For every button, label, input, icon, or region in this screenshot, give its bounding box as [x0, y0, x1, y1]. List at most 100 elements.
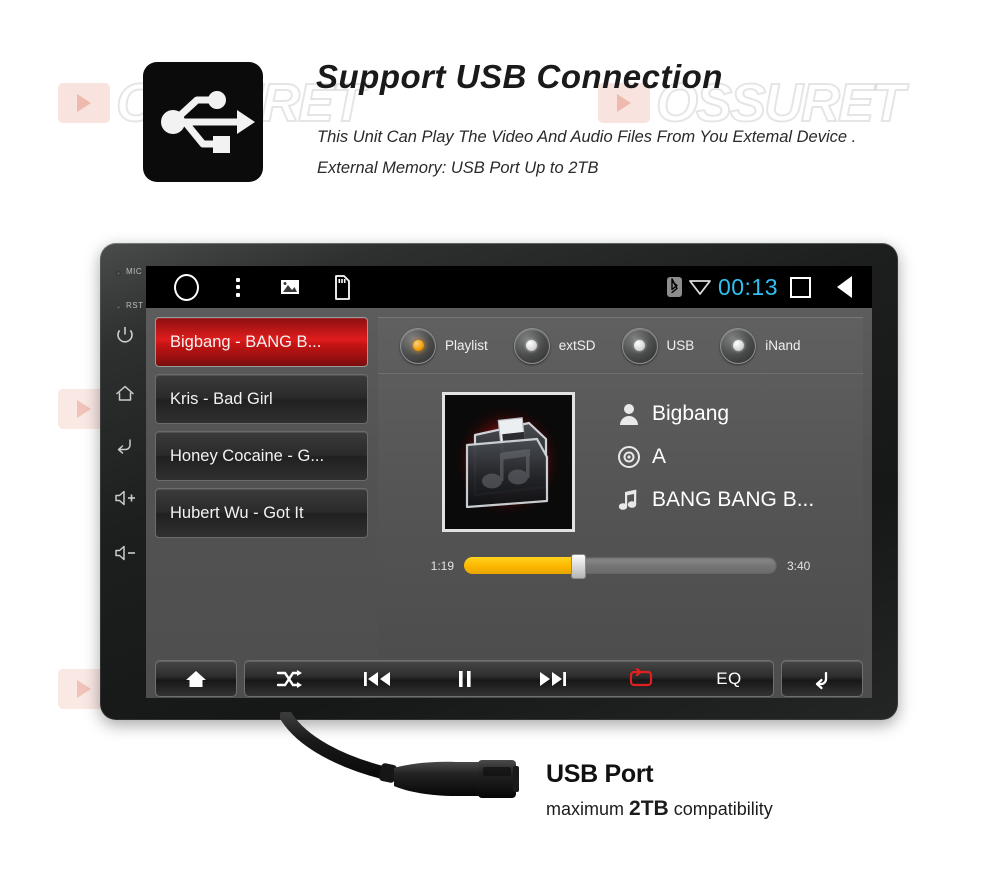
playlist-item-label: Honey Cocaine - G...: [170, 446, 325, 465]
status-bar-clock: 00:13: [717, 273, 778, 300]
progress-fill: [464, 557, 577, 574]
home-button[interactable]: [155, 660, 237, 697]
back-icon: [815, 671, 828, 689]
source-option-inand[interactable]: iNand: [720, 327, 801, 364]
source-selector: Playlist extSD USB iNand: [378, 318, 863, 374]
overflow-menu-icon[interactable]: [212, 266, 264, 308]
source-label: extSD: [558, 338, 596, 353]
next-button[interactable]: [523, 661, 583, 696]
status-bar-right-icons: 00:13: [666, 273, 872, 301]
source-option-extsd[interactable]: extSD: [513, 327, 596, 364]
back-arrow-icon[interactable]: [114, 436, 136, 461]
car-stereo-device: MIC RST 00:13 Bigbang - BANG B... Kris -…: [100, 243, 898, 720]
metadata-title: BANG BANG B...: [652, 487, 815, 511]
now-playing: Bigbang A BANG BANG B... 1:19 3:40: [378, 374, 863, 586]
page-title: Support USB Connection: [316, 58, 723, 95]
usb-icon-badge: [143, 62, 263, 182]
home-icon[interactable]: [114, 383, 136, 408]
pause-button[interactable]: [435, 661, 495, 696]
radio-knob-icon: [400, 327, 436, 364]
playlist-item-1[interactable]: Kris - Bad Girl: [155, 374, 368, 424]
next-icon: [540, 671, 566, 686]
transport-bar: EQ: [155, 660, 863, 697]
recents-square-icon[interactable]: [790, 276, 811, 298]
caption-sub-post: compatibility: [668, 799, 773, 819]
source-option-playlist[interactable]: Playlist: [400, 327, 488, 364]
transport-controls: EQ: [244, 660, 774, 697]
home-circle-shape: [173, 273, 199, 301]
reset-label: RST: [126, 301, 144, 310]
playlist-item-label: Kris - Bad Girl: [170, 389, 273, 408]
gallery-icon[interactable]: [264, 266, 316, 308]
wifi-icon: [689, 279, 711, 295]
back-button[interactable]: [781, 660, 863, 697]
metadata-artist-row: Bigbang: [606, 392, 856, 435]
source-label: USB: [666, 338, 695, 353]
usb-port-caption-title: USB Port: [546, 760, 654, 788]
playlist-item-label: Hubert Wu - Got It: [170, 503, 304, 522]
caption-sub-emphasis: 2TB: [629, 797, 669, 820]
usb-cable: [279, 709, 540, 812]
watermark-play-icon: [77, 400, 91, 418]
music-player-app: Bigbang - BANG B... Kris - Bad Girl Hone…: [146, 308, 872, 698]
previous-button[interactable]: [347, 661, 407, 696]
pause-icon: [459, 670, 471, 687]
mic-hole-icon: [116, 271, 121, 276]
radio-knob-icon: [621, 327, 658, 364]
device-side-control-strip: MIC RST: [100, 243, 152, 720]
caption-sub-pre: maximum: [546, 799, 630, 819]
metadata-album-row: A: [606, 435, 856, 478]
back-triangle-icon[interactable]: [837, 276, 852, 298]
usb-port-caption-subtitle: maximum 2TB compatibility: [546, 797, 773, 821]
radio-knob-icon: [513, 327, 550, 364]
repeat-button[interactable]: [611, 661, 671, 696]
track-metadata: Bigbang A BANG BANG B...: [606, 392, 856, 521]
sd-card-icon[interactable]: [316, 266, 368, 308]
previous-icon: [364, 671, 390, 686]
playback-progress: 1:19 3:40: [378, 554, 863, 579]
status-bar-left-icons: [146, 266, 368, 308]
metadata-album: A: [652, 444, 667, 468]
album-art: [442, 392, 575, 532]
playlist-item-3[interactable]: Hubert Wu - Got It: [155, 488, 368, 538]
volume-down-icon[interactable]: [113, 543, 139, 568]
bluetooth-icon: [666, 276, 682, 298]
reset-hole-icon: [116, 305, 121, 310]
playlist-panel: Bigbang - BANG B... Kris - Bad Girl Hone…: [155, 317, 368, 545]
person-icon: [606, 402, 652, 426]
header-banner: Support USB Connection This Unit Can Pla…: [0, 0, 1000, 210]
playlist-item-0[interactable]: Bigbang - BANG B...: [155, 317, 368, 367]
eq-label: EQ: [716, 668, 742, 688]
playlist-item-label: Bigbang - BANG B...: [170, 332, 322, 351]
radio-knob-icon: [720, 327, 757, 364]
home-icon: [186, 670, 206, 687]
power-icon[interactable]: [115, 325, 135, 350]
volume-up-icon[interactable]: [113, 488, 139, 513]
overflow-dots: [236, 277, 240, 297]
playlist-item-2[interactable]: Honey Cocaine - G...: [155, 431, 368, 481]
music-note-icon: [606, 488, 652, 512]
shuffle-button[interactable]: [259, 661, 319, 696]
mic-label: MIC: [126, 267, 143, 276]
watermark-play-icon: [77, 680, 91, 698]
source-label: iNand: [765, 338, 801, 353]
elapsed-time: 1:19: [430, 558, 454, 573]
duration-time: 3:40: [787, 558, 811, 573]
player-panel: Playlist extSD USB iNand Bigbang A BANG …: [378, 317, 863, 658]
progress-slider[interactable]: [464, 554, 777, 579]
music-folder-icon: [445, 395, 572, 529]
header-subtitle-line-2: External Memory: USB Port Up to 2TB: [317, 159, 599, 177]
source-label: Playlist: [445, 338, 488, 353]
header-subtitle-line-1: This Unit Can Play The Video And Audio F…: [317, 128, 857, 146]
eq-button[interactable]: EQ: [699, 661, 759, 696]
home-circle-icon[interactable]: [160, 266, 212, 308]
touchscreen[interactable]: 00:13 Bigbang - BANG B... Kris - Bad Gir…: [146, 266, 872, 698]
metadata-artist: Bigbang: [652, 401, 730, 425]
disc-icon: [606, 445, 652, 469]
android-status-bar: 00:13: [146, 266, 872, 308]
shuffle-icon: [276, 669, 302, 688]
repeat-icon: [629, 667, 653, 686]
usb-icon: [161, 91, 255, 153]
source-option-usb[interactable]: USB: [621, 327, 695, 364]
progress-thumb[interactable]: [570, 554, 586, 579]
